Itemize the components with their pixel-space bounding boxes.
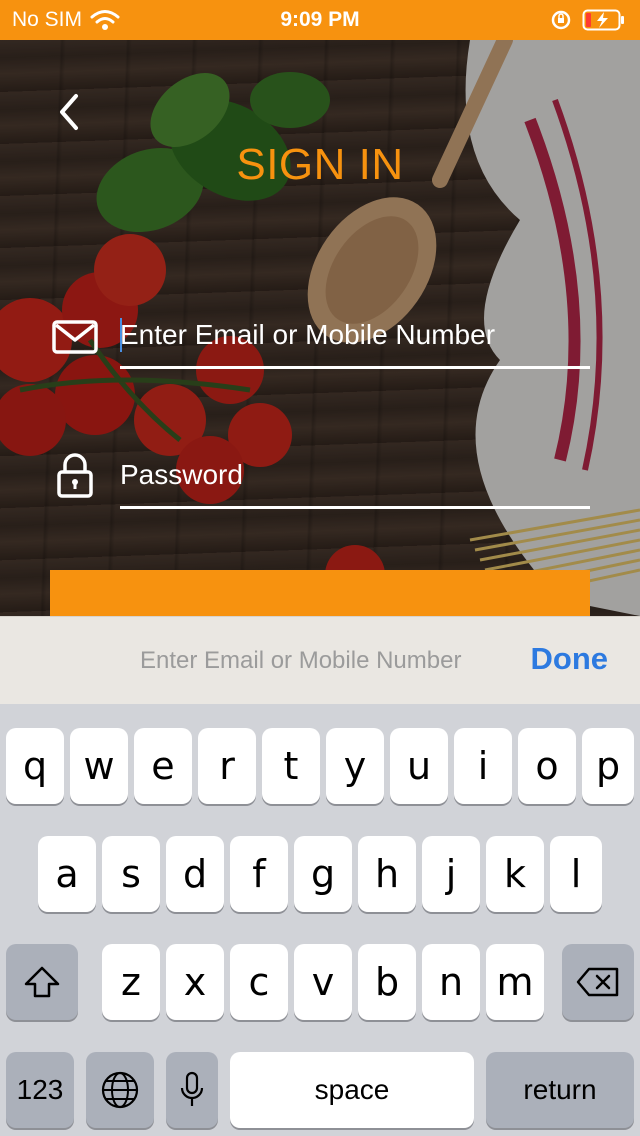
accessory-field-hint: Enter Email or Mobile Number [140, 647, 462, 674]
key-h[interactable]: h [358, 836, 416, 912]
numbers-key[interactable]: 123 [6, 1052, 74, 1128]
lock-icon [57, 453, 93, 498]
key-q[interactable]: q [6, 728, 64, 804]
key-b[interactable]: b [358, 944, 416, 1020]
text-cursor [120, 318, 122, 352]
globe-icon [101, 1071, 139, 1109]
microphone-icon [180, 1071, 204, 1106]
password-field-group [50, 450, 600, 520]
password-input[interactable] [120, 450, 590, 500]
key-g[interactable]: g [294, 836, 352, 912]
key-m[interactable]: m [486, 944, 544, 1020]
key-i[interactable]: i [454, 728, 512, 804]
key-a[interactable]: a [38, 836, 96, 912]
status-time: 9:09 PM [280, 8, 360, 31]
email-input[interactable] [120, 310, 590, 360]
return-key[interactable]: return [486, 1052, 634, 1128]
key-s[interactable]: s [102, 836, 160, 912]
key-l[interactable]: l [550, 836, 602, 912]
key-y[interactable]: y [326, 728, 384, 804]
microphone-key[interactable] [166, 1052, 218, 1128]
key-j[interactable]: j [422, 836, 480, 912]
done-button[interactable]: Done [531, 641, 609, 677]
key-x[interactable]: x [166, 944, 224, 1020]
keyboard-accessory-bar: Enter Email or Mobile Number Done [0, 616, 640, 704]
key-t[interactable]: t [262, 728, 320, 804]
key-o[interactable]: o [518, 728, 576, 804]
key-k[interactable]: k [486, 836, 544, 912]
battery-charging-icon [582, 9, 624, 31]
key-e[interactable]: e [134, 728, 192, 804]
shift-key[interactable] [6, 944, 78, 1020]
backspace-key[interactable] [562, 944, 634, 1020]
key-u[interactable]: u [390, 728, 448, 804]
password-underline [120, 506, 590, 509]
status-bar: No SIM 9:09 PM [0, 0, 640, 40]
back-chevron-icon[interactable] [50, 92, 90, 132]
mail-icon [52, 320, 98, 354]
key-c[interactable]: c [230, 944, 288, 1020]
backspace-icon [576, 967, 619, 997]
key-v[interactable]: v [294, 944, 352, 1020]
key-d[interactable]: d [166, 836, 224, 912]
key-n[interactable]: n [422, 944, 480, 1020]
sign-in-button[interactable]: SIGN IN [50, 570, 590, 616]
space-key[interactable]: space [230, 1052, 474, 1128]
status-right [550, 0, 626, 40]
key-w[interactable]: w [70, 728, 128, 804]
key-f[interactable]: f [230, 836, 288, 912]
globe-key[interactable] [86, 1052, 154, 1128]
key-r[interactable]: r [198, 728, 256, 804]
key-z[interactable]: z [102, 944, 160, 1020]
orientation-lock-icon [551, 10, 571, 30]
key-p[interactable]: p [582, 728, 634, 804]
page-title: SIGN IN [236, 140, 404, 189]
email-field-group [50, 310, 600, 380]
email-underline [120, 366, 590, 369]
shift-arrow-icon [24, 966, 60, 998]
background-image: SIGN IN SIGN IN [0, 40, 640, 616]
keyboard: q w e r t y u i o p a s d f g h j k l z … [0, 704, 640, 1136]
